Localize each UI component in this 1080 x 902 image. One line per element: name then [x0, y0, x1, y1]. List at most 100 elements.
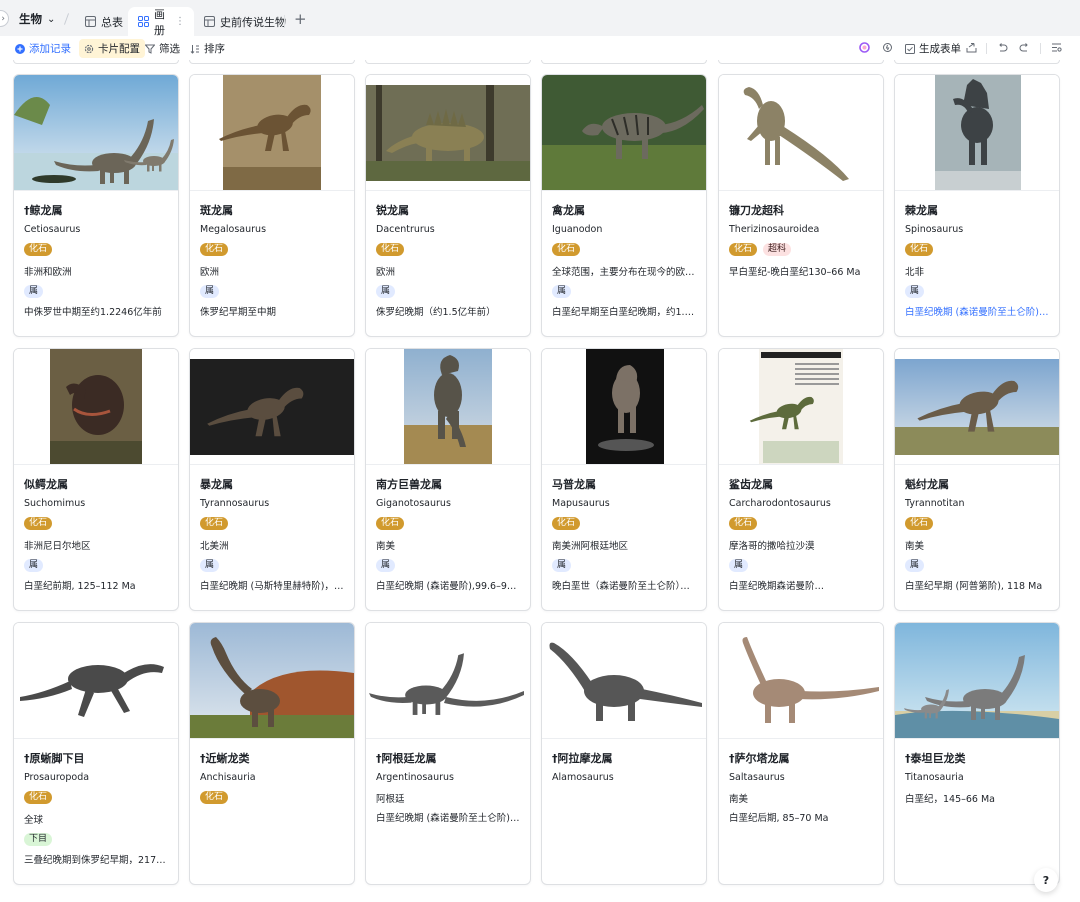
card-title: †近蜥龙类 — [200, 752, 250, 765]
sort-label: 排序 — [204, 43, 225, 55]
card-region: 阿根廷 — [376, 794, 405, 805]
generate-form-button[interactable]: 生成表单 — [905, 41, 961, 56]
help-button[interactable]: ? — [1034, 868, 1058, 892]
plus-circle-icon — [15, 43, 25, 54]
generate-form-label: 生成表单 — [919, 43, 961, 55]
top-tab-bar: › 生物 ⌄ 总表 画册 ⋮ 史前传说生物 + — [0, 0, 1080, 37]
tag-chip: 化石 — [376, 243, 405, 256]
card-period[interactable]: 白垩纪晚期 (森诺曼阶至土仑阶)，9… — [905, 304, 1051, 318]
card-tags: 化石 超科 — [729, 243, 792, 256]
card-config-label: 卡片配置 — [98, 43, 140, 55]
gallery-card[interactable]: 魁纣龙属 Tyrannotitan 化石 南美属白垩纪早期 (阿普第阶), 118 M… — [894, 348, 1060, 611]
card-region: 南美洲阿根廷地区 — [552, 541, 629, 552]
tab-prehistoric-creatures[interactable]: 史前传说生物 — [194, 7, 296, 36]
gallery-card[interactable]: †鲸龙属 Cetiosaurus 化石 非洲和欧洲属中侏罗世中期至约1.2246亿年前 — [13, 74, 179, 337]
card-rank: 属 — [552, 557, 572, 572]
card-period: 三叠纪晚期到侏罗纪早期，217–18… — [24, 855, 170, 866]
undo-icon[interactable] — [996, 41, 1009, 54]
previous-card-edge — [189, 60, 355, 64]
card-latin-name: Suchomimus — [24, 498, 86, 509]
gallery-card[interactable]: †泰坦巨龙类 Titanosauria 白垩纪，145–66 Ma — [894, 622, 1060, 885]
base-name-dropdown[interactable]: 生物 ⌄ — [19, 11, 55, 27]
gallery-card[interactable]: 鲨齿龙属 Carcharodontosaurus 化石 摩洛哥的撒哈拉沙漠属白垩纪晚期… — [718, 348, 884, 611]
card-cover-image — [542, 75, 706, 191]
card-period: 侏罗纪早期至中期 — [200, 307, 277, 318]
card-cover-image — [14, 623, 178, 739]
redo-icon[interactable] — [1018, 41, 1031, 54]
gallery-card[interactable]: 斑龙属 Megalosaurus 化石 欧洲属侏罗纪早期至中期 — [189, 74, 355, 337]
gallery-card[interactable]: †原蜥脚下目 Prosauropoda 化石 全球 下目 三叠纪晚期到侏罗纪早期，217–… — [13, 622, 179, 885]
card-region: 全球范围，主要分布在现今的欧洲… — [552, 267, 698, 278]
card-title: †原蜥脚下目 — [24, 752, 85, 765]
card-tags: 化石 — [905, 517, 934, 530]
tag-chip: 化石 — [552, 243, 581, 256]
gallery-card[interactable]: 锐龙属 Dacentrurus 化石 欧洲属侏罗纪晚期（约1.5亿年前） — [365, 74, 531, 337]
divider — [63, 13, 70, 25]
card-tags: 化石 — [24, 791, 53, 804]
divider — [986, 43, 987, 54]
tab-summary-table[interactable]: 总表 — [75, 7, 133, 36]
gallery-card[interactable]: 马普龙属 Mapusaurus 化石 南美洲阿根廷地区属晚白垩世（森诺曼阶至土仑阶），… — [541, 348, 707, 611]
add-tab-button[interactable]: + — [294, 12, 307, 27]
card-cover-image — [542, 623, 706, 739]
filter-button[interactable]: 筛选 — [145, 41, 180, 56]
card-cover-image — [14, 349, 178, 465]
tag-chip: 化石 — [552, 517, 581, 530]
gallery-card[interactable]: 棘龙属 Spinosaurus 化石 北非属白垩纪晚期 (森诺曼阶至土仑阶)，9… — [894, 74, 1060, 337]
previous-card-edge — [718, 60, 884, 64]
add-record-button[interactable]: 添加记录 — [15, 41, 71, 56]
card-title: 斑龙属 — [200, 204, 233, 217]
card-title: 暴龙属 — [200, 478, 233, 491]
gallery-card[interactable]: 镰刀龙超科 Therizinosauroidea 化石 超科 早白垩纪-晚白垩纪130–… — [718, 74, 884, 337]
card-latin-name: Dacentrurus — [376, 224, 435, 235]
gallery-card[interactable]: 禽龙属 Iguanodon 化石 全球范围，主要分布在现今的欧洲… 属白垩纪早期至白垩纪… — [541, 74, 707, 337]
gallery-card[interactable]: 暴龙属 Tyrannosaurus 化石 北美洲属白垩纪晚期 (马斯特里赫特阶)，68… — [189, 348, 355, 611]
chevron-right-icon: › — [1, 13, 5, 24]
card-rank: 属 — [729, 557, 749, 572]
view-settings-icon[interactable] — [1050, 41, 1063, 54]
tag-chip: 化石 — [200, 791, 229, 804]
card-cover-image — [895, 349, 1059, 465]
gallery-card[interactable]: †阿根廷龙属 Argentinosaurus 阿根廷 白垩纪晚期 (森诺曼阶至土仑阶)… — [365, 622, 531, 885]
gallery-card[interactable]: †萨尔塔龙属 Saltasaurus 南美 白垩纪后期, 85–70 Ma — [718, 622, 884, 885]
card-title: 鲨齿龙属 — [729, 478, 773, 491]
card-rank: 属 — [200, 283, 220, 298]
card-latin-name: Tyrannotitan — [905, 498, 965, 509]
card-tags: 化石 — [552, 243, 581, 256]
share-icon[interactable] — [965, 41, 978, 54]
tag-chip: 化石 — [24, 243, 53, 256]
ai-assistant-icon[interactable] — [858, 41, 871, 54]
card-title: 魁纣龙属 — [905, 478, 949, 491]
more-vertical-icon[interactable]: ⋮ — [175, 16, 185, 27]
sort-icon — [190, 44, 200, 54]
card-period: 中侏罗世中期至约1.2246亿年前 — [24, 307, 162, 318]
card-tags: 化石 — [24, 517, 53, 530]
card-title: 镰刀龙超科 — [729, 204, 784, 217]
card-region: 北美洲 — [200, 541, 229, 552]
card-rank: 下目 — [24, 831, 53, 846]
rank-chip: 属 — [24, 559, 44, 572]
card-title: †泰坦巨龙类 — [905, 752, 966, 765]
card-config-button[interactable]: 卡片配置 — [79, 39, 145, 58]
automation-icon[interactable] — [881, 41, 894, 54]
card-cover-image — [719, 75, 883, 191]
gallery-card[interactable]: †阿拉摩龙属 Alamosaurus — [541, 622, 707, 885]
card-region: 白垩纪，145–66 Ma — [905, 794, 996, 805]
card-region: 全球 — [24, 815, 44, 826]
previous-card-edge — [365, 60, 531, 64]
gallery-card[interactable]: 似鳄龙属 Suchomimus 化石 非洲尼日尔地区属白垩纪前期, 125–112 M… — [13, 348, 179, 611]
rank-chip: 属 — [552, 285, 572, 298]
expand-sidebar-button[interactable]: › — [0, 10, 9, 27]
card-latin-name: Carcharodontosaurus — [729, 498, 831, 509]
gallery-card[interactable]: †近蜥龙类 Anchisauria 化石 — [189, 622, 355, 885]
tab-gallery[interactable]: 画册 ⋮ — [128, 7, 194, 37]
card-title: 锐龙属 — [376, 204, 409, 217]
card-cover-image — [366, 623, 530, 739]
rank-chip: 属 — [200, 559, 220, 572]
tag-chip: 化石 — [200, 243, 229, 256]
sort-button[interactable]: 排序 — [190, 41, 225, 56]
gallery-card[interactable]: 南方巨兽龙属 Giganotosaurus 化石 南美属白垩纪晚期 (森诺曼阶),99… — [365, 348, 531, 611]
card-tags: 化石 — [376, 517, 405, 530]
card-period: 白垩纪前期, 125–112 Ma — [24, 581, 136, 592]
rank-chip: 属 — [376, 559, 396, 572]
